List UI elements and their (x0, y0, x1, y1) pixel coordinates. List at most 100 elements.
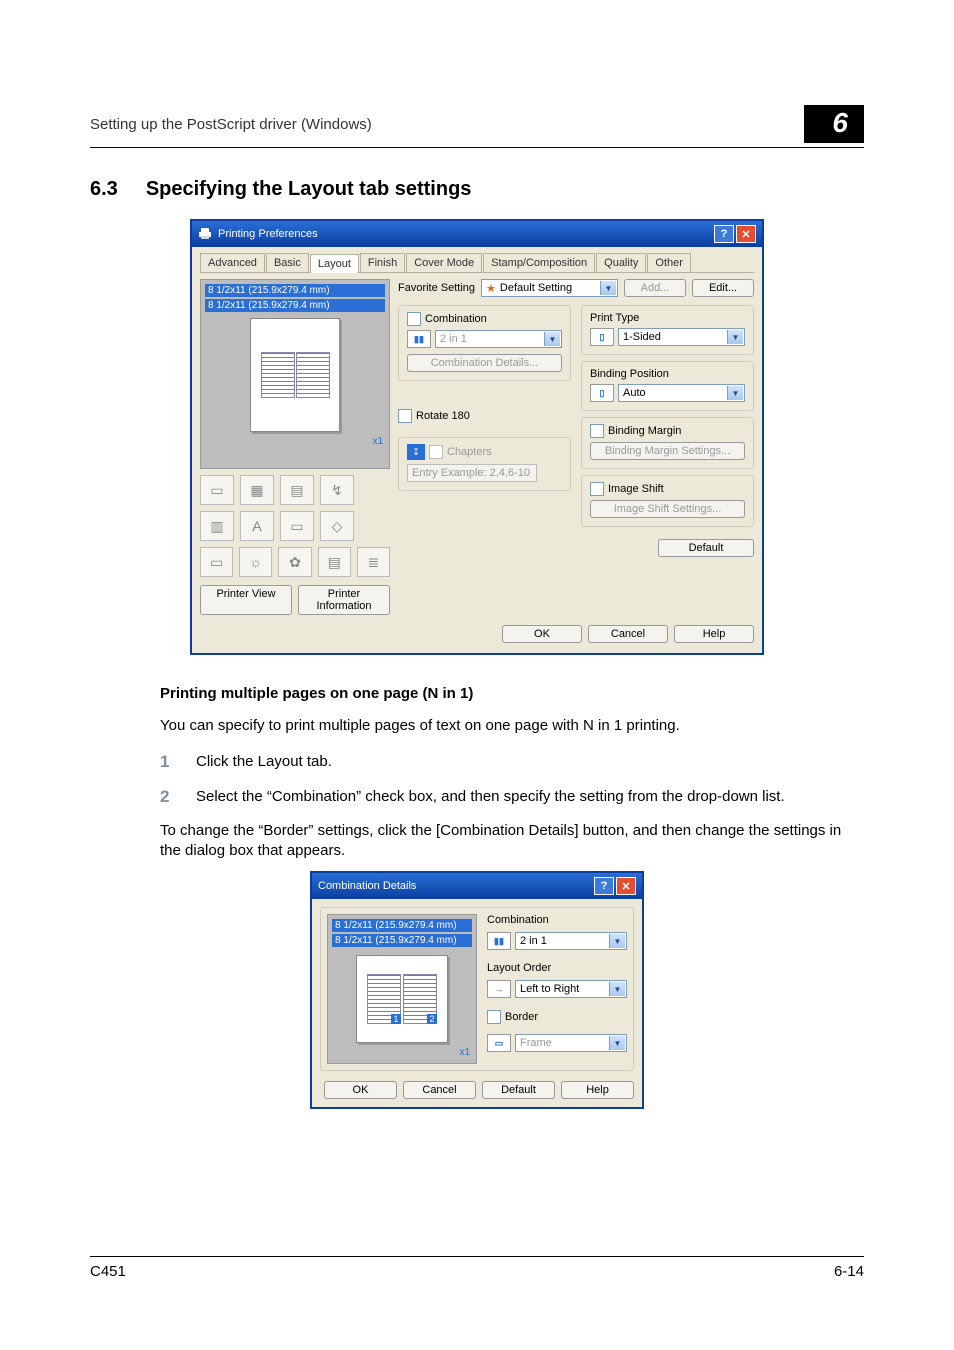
binding-margin-group: Binding Margin Binding Margin Settings..… (581, 417, 754, 469)
border-checkbox[interactable] (487, 1010, 501, 1024)
printer-view-button[interactable]: Printer View (200, 585, 292, 615)
layout-order-select[interactable]: Left to Right ▼ (515, 980, 627, 998)
layout-icon-11[interactable]: ✿ (278, 547, 311, 577)
rotate-checkbox[interactable] (398, 409, 412, 423)
combination-details-button[interactable]: Combination Details... (407, 354, 562, 372)
chevron-down-icon: ▼ (544, 332, 560, 346)
tab-cover-mode[interactable]: Cover Mode (406, 253, 482, 272)
cancel-button[interactable]: Cancel (588, 625, 668, 643)
tab-layout[interactable]: Layout (310, 254, 359, 273)
chevron-down-icon: ▼ (600, 281, 616, 295)
intro-paragraph: You can specify to print multiple pages … (160, 716, 864, 736)
favorite-edit-button[interactable]: Edit... (692, 279, 754, 297)
left-to-right-icon: → (487, 980, 511, 998)
layout-icon-10[interactable]: ☼ (239, 547, 272, 577)
chevron-down-icon: ▼ (609, 1036, 625, 1050)
binding-icon: ▯ (590, 384, 614, 402)
binding-position-select[interactable]: Auto ▼ (618, 384, 745, 402)
printing-preferences-dialog: Printing Preferences ? ✕ Advanced Basic … (190, 219, 764, 655)
combination-details-dialog: Combination Details ? ✕ 8 1/2x11 (215.9x… (310, 871, 644, 1109)
tab-basic[interactable]: Basic (266, 253, 309, 272)
print-type-label: Print Type (590, 312, 745, 324)
help-button[interactable]: Help (561, 1081, 634, 1099)
layout-icon-4[interactable]: ↯ (320, 475, 354, 505)
chapters-checkbox[interactable] (429, 445, 443, 459)
layout-icon-6[interactable]: A (240, 511, 274, 541)
preview-size-bottom: 8 1/2x11 (215.9x279.4 mm) (332, 934, 472, 947)
chapter-icon: ↧ (407, 444, 425, 460)
subsection-title: Printing multiple pages on one page (N i… (160, 685, 864, 702)
combination-group: Combination ▮▮ 2 in 1 ▼ (398, 305, 571, 381)
image-shift-checkbox[interactable] (590, 482, 604, 496)
binding-margin-settings-button[interactable]: Binding Margin Settings... (590, 442, 745, 460)
layout-icon-3[interactable]: ▤ (280, 475, 314, 505)
preview-zoom: x1 (459, 1047, 470, 1058)
print-type-select[interactable]: 1-Sided ▼ (618, 328, 745, 346)
combination-checkbox[interactable] (407, 312, 421, 326)
printer-information-button[interactable]: Printer Information (298, 585, 390, 615)
tab-advanced[interactable]: Advanced (200, 253, 265, 272)
layout-icon-8[interactable]: ◇ (320, 511, 354, 541)
layout-icon-13[interactable]: ≣ (357, 547, 390, 577)
default-button[interactable]: Default (658, 539, 754, 557)
image-shift-group: Image Shift Image Shift Settings... (581, 475, 754, 527)
tab-finish[interactable]: Finish (360, 253, 405, 272)
dialog-titlebar: Combination Details ? ✕ (312, 873, 642, 899)
print-type-value: 1-Sided (623, 331, 661, 343)
combination-select-value: 2 in 1 (520, 935, 547, 947)
cancel-button[interactable]: Cancel (403, 1081, 476, 1099)
favorite-setting-select[interactable]: ★ Default Setting ▼ (481, 279, 618, 297)
preview-size-top: 8 1/2x11 (215.9x279.4 mm) (332, 919, 472, 932)
one-sided-icon: ▯ (590, 328, 614, 346)
combination-select-value: 2 in 1 (440, 333, 467, 345)
layout-order-value: Left to Right (520, 983, 579, 995)
binding-position-label: Binding Position (590, 368, 745, 380)
binding-margin-label: Binding Margin (608, 425, 681, 437)
layout-icon-7[interactable]: ▭ (280, 511, 314, 541)
layout-icon-5[interactable]: ▥ (200, 511, 234, 541)
default-button[interactable]: Default (482, 1081, 555, 1099)
chevron-down-icon: ▼ (609, 934, 625, 948)
binding-position-group: Binding Position ▯ Auto ▼ (581, 361, 754, 411)
section-title: Specifying the Layout tab settings (146, 178, 472, 201)
frame-select[interactable]: Frame ▼ (515, 1034, 627, 1052)
combination-select[interactable]: 2 in 1 ▼ (435, 330, 562, 348)
tab-other[interactable]: Other (647, 253, 691, 272)
border-label: Border (505, 1011, 538, 1023)
layout-icon-9[interactable]: ▭ (200, 547, 233, 577)
layout-icon-12[interactable]: ▤ (318, 547, 351, 577)
chevron-down-icon: ▼ (727, 386, 743, 400)
favorite-setting-value: Default Setting (500, 282, 572, 294)
chapter-number: 6 (804, 105, 864, 143)
ok-button[interactable]: OK (324, 1081, 397, 1099)
chapters-entry[interactable]: Entry Example: 2,4,6-10 (407, 464, 537, 482)
close-icon[interactable]: ✕ (736, 225, 756, 243)
help-icon[interactable]: ? (714, 225, 734, 243)
two-in-one-icon: ▮▮ (407, 330, 431, 348)
dialog-titlebar: Printing Preferences ? ✕ (192, 221, 762, 247)
chevron-down-icon: ▼ (609, 982, 625, 996)
preview-size-top: 8 1/2x11 (215.9x279.4 mm) (205, 284, 385, 297)
tab-stamp[interactable]: Stamp/Composition (483, 253, 595, 272)
print-type-group: Print Type ▯ 1-Sided ▼ (581, 305, 754, 355)
image-shift-settings-button[interactable]: Image Shift Settings... (590, 500, 745, 518)
image-shift-label: Image Shift (608, 483, 664, 495)
page-preview: 8 1/2x11 (215.9x279.4 mm) 8 1/2x11 (215.… (200, 279, 390, 469)
layout-icon-1[interactable]: ▭ (200, 475, 234, 505)
layout-icon-2[interactable]: ▦ (240, 475, 274, 505)
preview-size-bottom: 8 1/2x11 (215.9x279.4 mm) (205, 299, 385, 312)
frame-icon: ▭ (487, 1034, 511, 1052)
step-number-2: 2 (160, 787, 176, 807)
tab-quality[interactable]: Quality (596, 253, 646, 272)
chapters-group: ↧ Chapters Entry Example: 2,4,6-10 (398, 437, 571, 491)
footer-page: 6-14 (834, 1263, 864, 1280)
binding-margin-checkbox[interactable] (590, 424, 604, 438)
combination-select[interactable]: 2 in 1 ▼ (515, 932, 627, 950)
ok-button[interactable]: OK (502, 625, 582, 643)
favorite-add-button[interactable]: Add... (624, 279, 686, 297)
help-button[interactable]: Help (674, 625, 754, 643)
dialog-title: Combination Details (318, 880, 416, 892)
close-icon[interactable]: ✕ (616, 877, 636, 895)
help-icon[interactable]: ? (594, 877, 614, 895)
tab-strip: Advanced Basic Layout Finish Cover Mode … (200, 253, 754, 273)
